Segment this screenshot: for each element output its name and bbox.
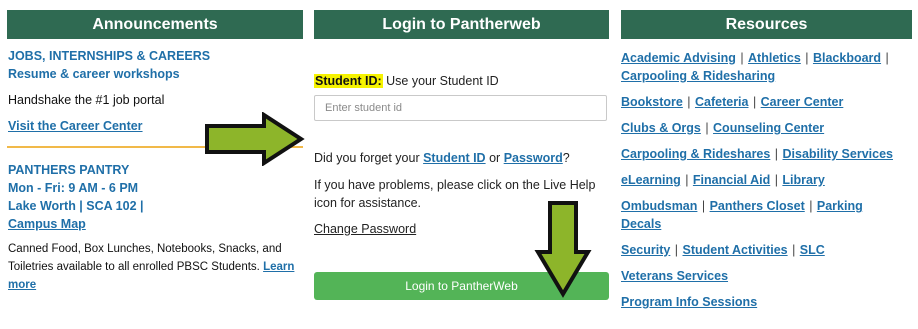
separator: | [805, 51, 809, 65]
cafeteria-link[interactable]: Cafeteria [695, 95, 749, 109]
student-activities-link[interactable]: Student Activities [683, 243, 788, 257]
problems-line2: icon for assistance. [314, 196, 421, 210]
pantry-hours: Mon - Fri: 9 AM - 6 PM [8, 181, 139, 195]
slc-link[interactable]: SLC [800, 243, 825, 257]
pantry-description-line1: Canned Food, Box Lunches, Notebooks, Sna… [8, 243, 282, 255]
separator: | [705, 121, 709, 135]
handshake-text: Handshake the #1 job portal [8, 93, 165, 107]
decals-link[interactable]: Decals [621, 217, 661, 231]
separator: | [752, 95, 757, 109]
separator: | [687, 95, 691, 109]
separator: | [809, 199, 813, 213]
resources-panel: Resources Academic Advising | Athletics … [621, 10, 912, 329]
announcements-panel: Announcements JOBS, INTERNSHIPS & CAREER… [7, 10, 303, 329]
learn-more-link-part2[interactable]: more [8, 279, 36, 291]
separator: | [792, 243, 796, 257]
separator: | [701, 199, 706, 213]
veterans-services-link[interactable]: Veterans Services [621, 269, 728, 283]
problems-line1: If you have problems, please click on th… [314, 178, 596, 192]
pantry-description-text: Toiletries available to all enrolled PBS… [8, 261, 260, 273]
right-arrow-annotation [205, 112, 305, 166]
student-id-input[interactable] [314, 95, 607, 121]
forgot-prefix: Did you forget your [314, 151, 420, 165]
forgot-password-link[interactable]: Password [504, 151, 563, 165]
forgot-or: or [489, 151, 501, 165]
parking-link[interactable]: Parking [817, 199, 863, 213]
library-link[interactable]: Library [782, 173, 824, 187]
separator: | [685, 173, 689, 187]
clubs-orgs-link[interactable]: Clubs & Orgs [621, 121, 701, 135]
forgot-student-id-link[interactable]: Student ID [423, 151, 486, 165]
learn-more-link-part1[interactable]: Learn [263, 261, 294, 273]
academic-advising-link[interactable]: Academic Advising [621, 51, 736, 65]
resources-header: Resources [621, 10, 912, 39]
student-id-hint: Use your Student ID [386, 74, 499, 88]
separator: | [740, 51, 744, 65]
jobs-subheading: Resume & career workshops [8, 67, 180, 81]
pantry-heading: PANTHERS PANTRY [8, 163, 130, 177]
program-info-sessions-link[interactable]: Program Info Sessions [621, 295, 757, 309]
ombudsman-link[interactable]: Ombudsman [621, 199, 697, 213]
forgot-suffix: ? [562, 151, 570, 165]
financial-aid-link[interactable]: Financial Aid [693, 173, 770, 187]
security-link[interactable]: Security [621, 243, 670, 257]
separator: | [774, 147, 779, 161]
visit-career-center-link[interactable]: Visit the Career Center [8, 119, 143, 133]
blackboard-link[interactable]: Blackboard [813, 51, 881, 65]
student-id-label: Student ID: [314, 74, 383, 88]
forgot-row: Did you forget your Student ID or Passwo… [314, 151, 570, 165]
student-id-label-row: Student ID: Use your Student ID [314, 74, 499, 88]
panthers-closet-link[interactable]: Panthers Closet [710, 199, 805, 213]
login-header: Login to Pantherweb [314, 10, 609, 39]
counseling-center-link[interactable]: Counseling Center [713, 121, 824, 135]
campus-map-link[interactable]: Campus Map [8, 217, 86, 231]
athletics-link[interactable]: Athletics [748, 51, 801, 65]
career-center-link[interactable]: Career Center [761, 95, 844, 109]
elearning-link[interactable]: eLearning [621, 173, 681, 187]
disability-services-link[interactable]: Disability Services [783, 147, 893, 161]
pantry-location: Lake Worth | SCA 102 | [8, 199, 144, 213]
separator: | [674, 243, 679, 257]
pantry-description-line2: Toiletries available to all enrolled PBS… [8, 261, 294, 273]
carpooling-rideshares-link[interactable]: Carpooling & Rideshares [621, 147, 770, 161]
jobs-heading: JOBS, INTERNSHIPS & CAREERS [8, 49, 211, 63]
separator: | [774, 173, 778, 187]
change-password-link[interactable]: Change Password [314, 222, 416, 236]
carpooling-ridesharing-link[interactable]: Carpooling & Ridesharing [621, 69, 775, 83]
separator: | [885, 51, 889, 65]
announcements-header: Announcements [7, 10, 303, 39]
bookstore-link[interactable]: Bookstore [621, 95, 683, 109]
down-arrow-annotation [534, 201, 592, 298]
